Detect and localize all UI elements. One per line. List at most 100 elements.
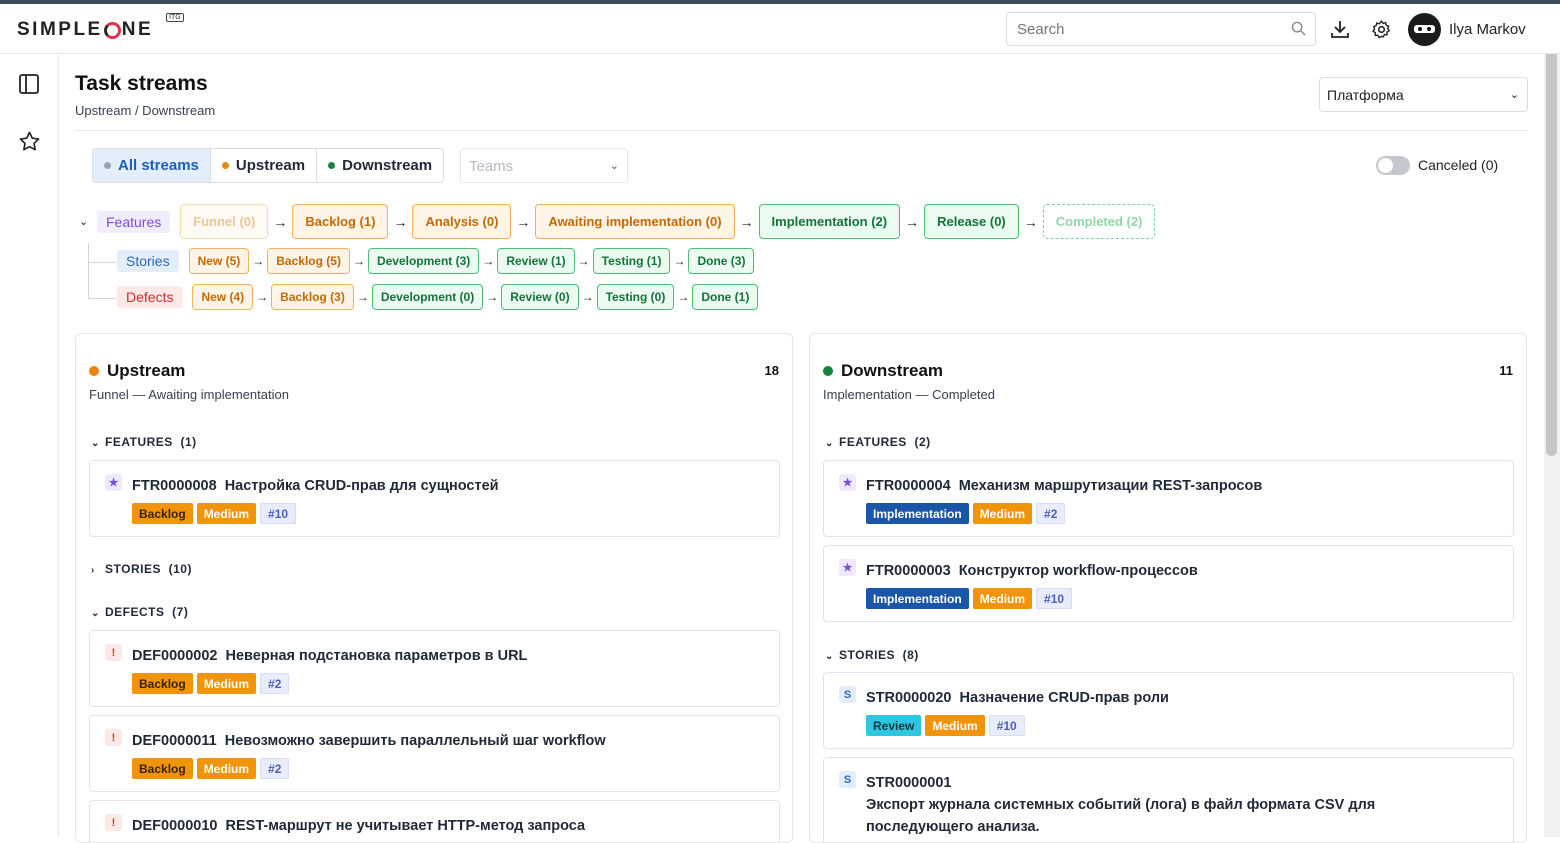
feature-card[interactable]: ★ FTR0000008 Настройка CRUD-прав для сущ… (89, 460, 780, 537)
stories-state-chip[interactable]: New (5) (188, 248, 250, 274)
state-tag: Implementation (866, 503, 969, 524)
panel-subtitle: Implementation — Completed (823, 387, 995, 402)
search-icon[interactable] (1291, 21, 1306, 36)
panel-title: Upstream (89, 361, 185, 381)
section-stories[interactable]: ⌄ STORIES (8) (825, 648, 919, 662)
gear-icon[interactable] (1371, 19, 1392, 40)
defects-state-chip[interactable]: Backlog (3) (271, 284, 354, 310)
downstream-panel: Downstream 11 Implementation — Completed… (809, 333, 1527, 843)
arrow-right-icon: → (356, 290, 369, 304)
stream-filter-tabs: All streams Upstream Downstream (92, 148, 445, 183)
scrollbar-thumb[interactable] (1546, 18, 1557, 456)
panel-title: Downstream (823, 361, 943, 381)
features-state-chip[interactable]: Backlog (1) (292, 204, 389, 239)
features-state-chip[interactable]: Analysis (0) (412, 204, 512, 239)
tag-list: Implementation Medium #2 (866, 503, 1066, 524)
story-card[interactable]: S STR0000020 Назначение CRUD-прав роли R… (823, 672, 1514, 749)
priority-tag: Medium (925, 715, 985, 736)
number-tag: #2 (1036, 503, 1066, 524)
panel-count: 18 (764, 363, 779, 378)
stories-state-chip[interactable]: Testing (1) (592, 248, 671, 274)
search-input[interactable] (1006, 12, 1316, 46)
tag-list: Backlog Medium #2 (132, 758, 290, 779)
state-tag: Backlog (132, 673, 193, 694)
features-state-chip[interactable]: Implementation (2) (758, 204, 901, 239)
defect-icon: ! (105, 644, 122, 661)
arrow-right-icon: → (352, 254, 365, 268)
card-title: FTR0000004 Механизм маршрутизации REST-з… (866, 478, 1263, 494)
chevron-down-icon: ⌄ (609, 160, 619, 172)
download-icon[interactable] (1330, 19, 1350, 39)
tree-line (88, 262, 116, 263)
card-title: DEF0000002 Неверная подстановка параметр… (132, 648, 528, 664)
card-title: FTR0000008 Настройка CRUD-прав для сущно… (132, 478, 499, 494)
feature-card[interactable]: ★ FTR0000003 Конструктор workflow-процес… (823, 545, 1514, 622)
arrow-right-icon: → (581, 290, 594, 304)
priority-tag: Medium (972, 588, 1033, 609)
stories-state-chip[interactable]: Done (3) (688, 248, 755, 274)
number-tag: #10 (260, 503, 297, 524)
upstream-panel: Upstream 18 Funnel — Awaiting implementa… (75, 333, 793, 843)
canceled-label: Canceled (0) (1418, 157, 1499, 173)
user-name[interactable]: Ilya Markov (1449, 21, 1526, 38)
arrow-right-icon: → (677, 290, 690, 304)
stories-state-chip[interactable]: Backlog (5) (267, 248, 350, 274)
number-tag: #2 (260, 673, 290, 694)
story-card[interactable]: S STR0000001 Экспорт журнала системных со… (823, 757, 1514, 842)
collapse-chevron-icon[interactable]: ⌄ (79, 215, 97, 228)
tree-line (88, 243, 89, 298)
star-icon[interactable] (18, 130, 41, 153)
left-sidebar (0, 55, 59, 837)
priority-tag: Medium (972, 503, 1033, 524)
canceled-toggle[interactable] (1376, 156, 1410, 175)
features-state-chip[interactable]: Completed (2) (1042, 204, 1156, 239)
number-tag: #2 (260, 758, 290, 779)
priority-tag: Medium (196, 503, 257, 524)
defects-state-chip[interactable]: Testing (0) (596, 284, 675, 310)
tab-upstream[interactable]: Upstream (211, 149, 318, 182)
arrow-right-icon: → (1023, 213, 1038, 230)
user-avatar[interactable] (1408, 13, 1441, 46)
stories-label[interactable]: Stories (117, 250, 179, 272)
defects-state-chip[interactable]: New (4) (192, 284, 254, 310)
card-title: DEF0000010 REST-маршрут не учитывает HTT… (132, 818, 586, 834)
defects-state-chip[interactable]: Development (0) (371, 284, 484, 310)
card-title: STR0000001 Экспорт журнала системных собы… (866, 775, 1376, 835)
features-state-chip[interactable]: Funnel (0) (180, 204, 269, 239)
features-label[interactable]: Features (97, 210, 171, 233)
features-state-chip[interactable]: Awaiting implementation (0) (535, 204, 735, 239)
section-features[interactable]: ⌄ FEATURES (1) (91, 435, 197, 449)
tab-downstream[interactable]: Downstream (317, 149, 443, 182)
stories-state-chip[interactable]: Development (3) (367, 248, 480, 274)
tab-all-streams[interactable]: All streams (93, 149, 211, 182)
feature-icon: ★ (839, 474, 856, 491)
feature-card[interactable]: ★ FTR0000004 Механизм маршрутизации REST… (823, 460, 1514, 537)
defect-card[interactable]: ! DEF0000002 Неверная подстановка параме… (89, 630, 780, 707)
status-dot (823, 366, 833, 376)
sidebar-toggle-icon[interactable] (18, 73, 40, 95)
defect-card[interactable]: ! DEF0000011 Невозможно завершить паралл… (89, 715, 780, 792)
stories-state-chip[interactable]: Review (1) (497, 248, 575, 274)
feature-icon: ★ (105, 474, 122, 491)
defects-state-chip[interactable]: Review (0) (501, 284, 579, 310)
defects-label[interactable]: Defects (117, 286, 183, 308)
section-stories[interactable]: › STORIES (10) (91, 562, 192, 576)
story-icon: S (839, 686, 856, 703)
status-dot (328, 162, 336, 169)
arrow-right-icon: → (739, 213, 754, 230)
tag-list: Review Medium #10 (866, 715, 1025, 736)
section-features[interactable]: ⌄ FEATURES (2) (825, 435, 931, 449)
tag-list: Implementation Medium #10 (866, 588, 1073, 609)
header-divider (75, 130, 1528, 131)
arrow-right-icon: → (256, 290, 269, 304)
panel-count: 11 (1499, 363, 1513, 378)
section-defects[interactable]: ⌄ DEFECTS (7) (91, 605, 188, 619)
simpleone-logo[interactable]: SIMPLE NE ITG (17, 13, 184, 41)
arrow-right-icon: → (273, 213, 288, 230)
story-icon: S (839, 771, 856, 788)
state-tag: Backlog (132, 503, 193, 524)
features-state-chip[interactable]: Release (0) (924, 204, 1019, 239)
defects-state-chip[interactable]: Done (1) (692, 284, 759, 310)
teams-select[interactable]: Teams ⌄ (460, 148, 628, 183)
platform-select[interactable]: Платформа ⌄ (1319, 77, 1528, 112)
